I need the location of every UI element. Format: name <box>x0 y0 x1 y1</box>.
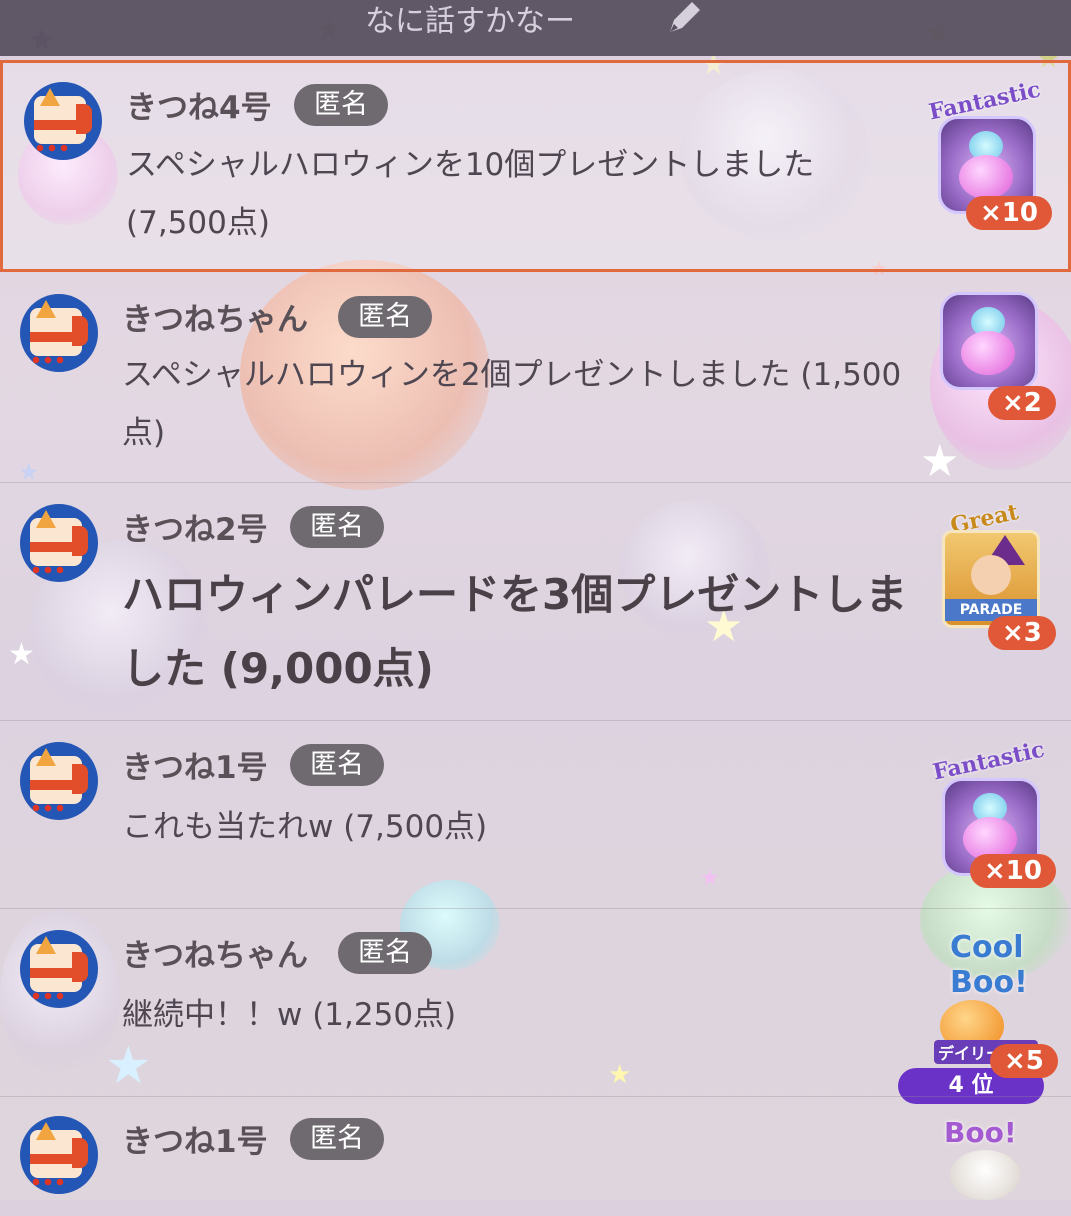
anonymous-badge: 匿名 <box>338 296 432 338</box>
message-text: これも当たれw (7,500点) <box>122 809 488 845</box>
anonymous-badge: 匿名 <box>290 506 384 548</box>
avatar[interactable] <box>20 742 98 820</box>
list-item[interactable]: きつね2号 匿名 ハロウィンパレードを3個プレゼントしました (9,000点) … <box>0 482 1071 721</box>
anonymous-badge: 匿名 <box>290 744 384 786</box>
gift-icon: PARADE <box>942 530 1040 628</box>
user-name[interactable]: きつねちゃん <box>122 930 308 975</box>
composer-placeholder[interactable]: なに話すかなー <box>365 0 575 40</box>
avatar[interactable] <box>20 1116 98 1194</box>
list-item[interactable]: きつねちゃん 匿名 スペシャルハロウィンを2個プレゼントしました (1,500点… <box>0 272 1071 483</box>
message-text: スペシャルハロウィンを2個プレゼントしました (1,500点) <box>122 357 902 451</box>
list-item[interactable]: きつねちゃん 匿名 継続中！！w (1,250点) ×5 <box>0 908 1071 1097</box>
gift-count-badge: ×10 <box>970 854 1056 888</box>
avatar[interactable] <box>24 82 102 160</box>
message-text: ハロウィンパレードを3個プレゼントしました (9,000点) <box>122 570 908 693</box>
avatar[interactable] <box>20 504 98 582</box>
message-text: スペシャルハロウィンを10個プレゼントしました (7,500点) <box>126 147 815 241</box>
gift-count-badge: ×5 <box>990 1044 1058 1078</box>
gift-count-badge: ×3 <box>988 616 1056 650</box>
avatar[interactable] <box>20 930 98 1008</box>
list-item[interactable]: きつね1号 匿名 これも当たれw (7,500点) Fantastic ×10 <box>0 720 1071 909</box>
message-text: 継続中！！w (1,250点) <box>122 997 457 1033</box>
gift-icon <box>940 292 1038 390</box>
gift-count-badge: ×10 <box>966 196 1052 230</box>
anonymous-badge: 匿名 <box>338 932 432 974</box>
gift-count-badge: ×2 <box>988 386 1056 420</box>
list-item[interactable]: きつね4号 匿名 スペシャルハロウィンを10個プレゼントしました (7,500点… <box>0 60 1071 272</box>
user-name[interactable]: きつね1号 <box>122 1116 268 1161</box>
user-name[interactable]: きつね4号 <box>126 82 272 127</box>
list-item[interactable]: きつね1号 匿名 <box>0 1096 1071 1216</box>
user-name[interactable]: きつねちゃん <box>122 294 308 339</box>
composer-bar[interactable]: なに話すかなー <box>0 0 1071 56</box>
user-name[interactable]: きつね2号 <box>122 504 268 549</box>
user-name[interactable]: きつね1号 <box>122 742 268 787</box>
anonymous-badge: 匿名 <box>290 1118 384 1160</box>
avatar[interactable] <box>20 294 98 372</box>
pencil-icon[interactable] <box>660 0 708 42</box>
anonymous-badge: 匿名 <box>294 84 388 126</box>
